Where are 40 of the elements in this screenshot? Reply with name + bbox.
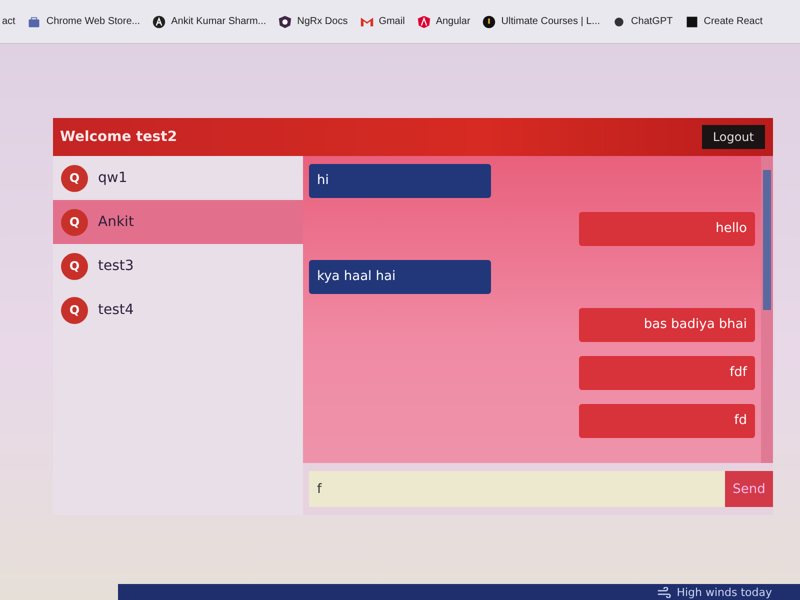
received-message: hi bbox=[309, 164, 491, 198]
sent-message: fdf bbox=[579, 356, 755, 390]
sent-message: bas badiya bhai bbox=[579, 308, 755, 342]
contact-name: qw1 bbox=[98, 170, 128, 186]
bookmark-link[interactable]: ChatGPT bbox=[612, 14, 673, 28]
bookmark-icon bbox=[482, 14, 496, 28]
sent-message: fd bbox=[579, 404, 755, 438]
bookmark-link[interactable]: Gmail bbox=[360, 14, 405, 28]
avatar: Q bbox=[61, 252, 88, 280]
avatar: Q bbox=[61, 208, 88, 236]
contact-item[interactable]: Q test3 bbox=[53, 244, 303, 288]
welcome-title: Welcome test2 bbox=[60, 129, 178, 145]
contact-item[interactable]: Q test4 bbox=[53, 288, 303, 332]
bookmark-link[interactable]: NgRx Docs bbox=[278, 14, 348, 28]
bookmark-link[interactable]: Chrome Web Store... bbox=[27, 14, 140, 28]
sent-message: hello bbox=[579, 212, 755, 246]
bookmark-icon bbox=[278, 14, 292, 28]
contact-name: test4 bbox=[98, 302, 134, 318]
bookmark-icon bbox=[684, 14, 699, 28]
avatar: Q bbox=[61, 296, 88, 324]
wind-icon bbox=[656, 586, 671, 598]
scrollbar[interactable] bbox=[761, 156, 773, 463]
bookmark-icon bbox=[27, 14, 42, 28]
bookmark-link[interactable]: Create React bbox=[684, 14, 763, 28]
bookmark-link[interactable]: Ankit Kumar Sharm... bbox=[152, 14, 266, 28]
logout-button[interactable]: Logout bbox=[702, 125, 765, 149]
bookmark-icon bbox=[152, 14, 166, 28]
received-message: kya haal hai bbox=[309, 260, 491, 294]
contact-item[interactable]: Q qw1 bbox=[53, 156, 303, 200]
contact-name: test3 bbox=[98, 258, 134, 274]
bookmark-icon bbox=[612, 14, 626, 28]
contact-name: Ankit bbox=[98, 214, 134, 230]
bookmark-link[interactable]: Ultimate Courses | L... bbox=[482, 14, 600, 28]
weather-text[interactable]: High winds today bbox=[676, 586, 772, 598]
bookmark-link[interactable]: Angular bbox=[416, 14, 470, 28]
bookmark-icon bbox=[416, 14, 431, 28]
bookmark-link[interactable]: act bbox=[2, 16, 16, 27]
message-input[interactable]: f bbox=[309, 471, 725, 507]
contact-item[interactable]: Q Ankit bbox=[53, 200, 303, 244]
avatar: Q bbox=[61, 164, 88, 192]
